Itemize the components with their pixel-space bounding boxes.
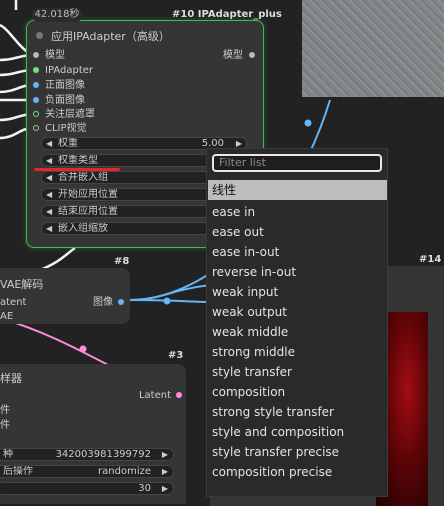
port-dot	[33, 111, 39, 117]
decrement-arrow[interactable]: ◀	[46, 206, 52, 217]
node-id-tag: #14	[419, 254, 442, 265]
input-positive-image[interactable]: 正面图像	[33, 79, 85, 93]
decrement-arrow[interactable]: ◀	[46, 138, 52, 149]
reroute-dot	[163, 297, 171, 305]
highlight-underline	[34, 168, 120, 171]
port-dot	[33, 97, 39, 103]
port-dot	[33, 52, 39, 58]
port-dot	[118, 299, 124, 305]
reroute-dot	[304, 119, 312, 127]
decrement-arrow[interactable]: ◀	[46, 223, 52, 234]
input-attn-mask[interactable]: 关注层遮罩	[33, 108, 95, 122]
control-after-generate-widget[interactable]: 后操作 randomize ▶	[0, 465, 174, 478]
reroute-dot	[79, 345, 87, 353]
node-id-tag: #3	[168, 350, 184, 361]
port-dot	[33, 125, 39, 131]
dropdown-option[interactable]: composition precise	[208, 462, 387, 482]
dropdown-option[interactable]: strong style transfer	[208, 402, 387, 422]
node-title: 应用IPAdapter（高级）	[51, 30, 170, 43]
node-id-tag: #8	[114, 256, 130, 267]
node-title: VAE解码	[0, 278, 44, 291]
dropdown-option[interactable]: ease out	[208, 222, 387, 242]
preview-thumbnail	[302, 0, 444, 97]
exec-timer-badge: 42.018秒	[32, 8, 82, 22]
dropdown-option[interactable]: ease in-out	[208, 242, 387, 262]
input-latent[interactable]: atent	[0, 296, 26, 310]
port-dot	[176, 392, 182, 398]
port-dot	[249, 52, 255, 58]
input-model[interactable]: 模型	[33, 49, 65, 63]
output-image[interactable]: 图像	[93, 296, 124, 310]
link-wire	[39, 246, 76, 272]
input-negative[interactable]: 件	[0, 419, 10, 433]
node-collapse-dot[interactable]	[36, 32, 43, 39]
dropdown-option[interactable]: 线性	[208, 180, 387, 200]
increment-arrow[interactable]: ▶	[162, 466, 168, 477]
dropdown-option[interactable]: ease in	[208, 202, 387, 222]
decrement-arrow[interactable]: ◀	[46, 189, 52, 200]
filter-list-dropdown[interactable]: Filter list 线性 ease in ease out ease in-…	[206, 148, 388, 497]
dropdown-option[interactable]: reverse in-out	[208, 262, 387, 282]
input-negative-image[interactable]: 负面图像	[33, 94, 85, 108]
output-model[interactable]: 模型	[223, 49, 255, 63]
dropdown-option[interactable]: weak input	[208, 282, 387, 302]
steps-widget[interactable]: 30 ▶	[0, 482, 174, 495]
port-dot	[33, 82, 39, 88]
input-vae[interactable]: AE	[0, 310, 13, 324]
dropdown-option[interactable]: style transfer precise	[208, 442, 387, 462]
output-latent[interactable]: Latent	[139, 389, 182, 403]
input-ipadapter[interactable]: IPAdapter	[33, 64, 93, 78]
filter-list-input[interactable]: Filter list	[212, 154, 382, 172]
increment-arrow[interactable]: ▶	[162, 483, 168, 494]
link-wire	[0, 317, 111, 367]
input-clip-vision[interactable]: CLIP视觉	[33, 122, 87, 136]
dropdown-option[interactable]: style transfer	[208, 362, 387, 382]
seed-widget[interactable]: 种 342003981399792 ▶	[0, 448, 174, 461]
node-id-tag: #10 IPAdapter_plus	[172, 9, 282, 20]
node-title: 样器	[0, 372, 22, 385]
dropdown-option[interactable]: weak output	[208, 302, 387, 322]
port-dot	[33, 67, 39, 73]
dropdown-option[interactable]: strong middle	[208, 342, 387, 362]
decrement-arrow[interactable]: ◀	[46, 155, 52, 166]
dropdown-option[interactable]: weak middle	[208, 322, 387, 342]
ksampler-node[interactable]: 样器 Latent 件 件 种 342003981399792 ▶ 后操作 ra…	[0, 364, 186, 504]
increment-arrow[interactable]: ▶	[162, 449, 168, 460]
vae-decode-node[interactable]: VAE解码 atent AE 图像	[0, 268, 130, 324]
dropdown-option[interactable]: composition	[208, 382, 387, 402]
input-positive[interactable]: 件	[0, 404, 10, 418]
decrement-arrow[interactable]: ◀	[46, 172, 52, 183]
dropdown-option[interactable]: style and composition	[208, 422, 387, 442]
